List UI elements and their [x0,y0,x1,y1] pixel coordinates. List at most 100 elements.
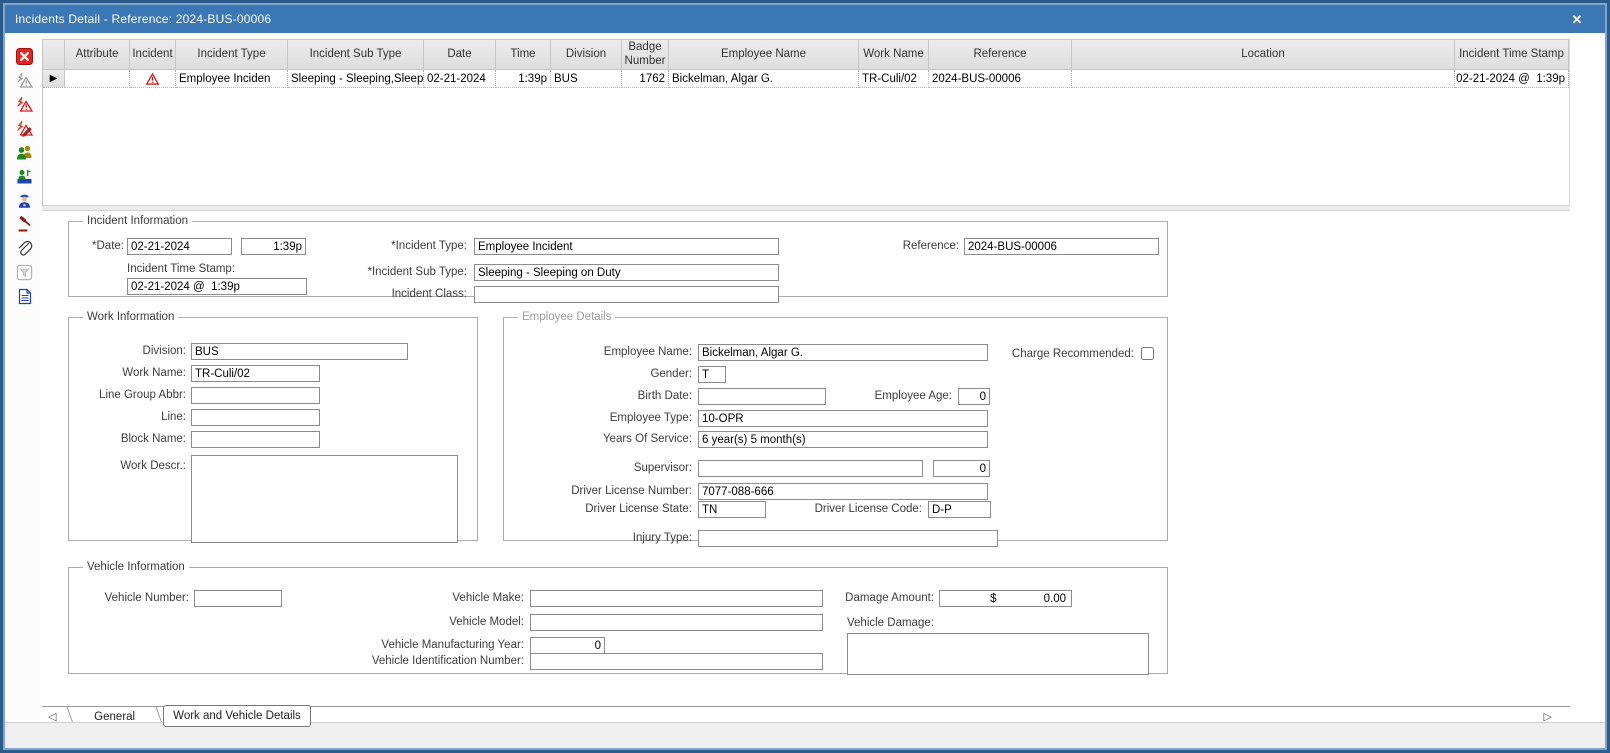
supervisor-field[interactable] [698,460,923,477]
incident-time-stamp-label: Incident Time Stamp: [127,263,236,275]
date-field[interactable] [127,238,232,255]
vehicle-identification-number-field[interactable] [530,653,823,670]
grid-header-employee-name[interactable]: Employee Name [669,40,859,70]
grid-header-reference[interactable]: Reference [929,40,1072,70]
close-icon[interactable]: ✕ [1567,10,1587,30]
years-of-service-field[interactable] [698,431,988,448]
incident-disabled-icon[interactable] [15,71,33,89]
supervisor-number-field[interactable] [933,460,990,477]
vehicle-manufacturing-year-label: Vehicle Manufacturing Year: [381,639,524,651]
grid-header-time[interactable]: Time [496,40,551,70]
vehicle-number-field[interactable] [194,590,282,607]
grid-header-work-name[interactable]: Work Name [859,40,929,70]
cell-division[interactable]: BUS [551,70,622,88]
row-selector-arrow-icon[interactable]: ▶ [43,70,65,88]
gender-label: Gender: [650,368,692,380]
incident-edit-icon[interactable] [15,119,33,137]
close-record-icon[interactable] [15,47,33,65]
incident-information-group: Incident Information *Date: Incident Tim… [68,215,1168,303]
tab-work-and-vehicle-details[interactable]: Work and Vehicle Details [163,705,311,727]
incidents-detail-window: Incidents Detail - Reference: 2024-BUS-0… [0,0,1610,753]
cell-badge-number[interactable]: 1762 [622,70,669,88]
incident-type-field[interactable] [474,238,779,255]
grid-header-incident[interactable]: Incident [130,40,176,70]
charge-recommended-label: Charge Recommended: [1011,348,1134,360]
cell-attribute[interactable] [65,70,130,88]
damage-amount-field[interactable]: $ 0.00 [939,590,1072,607]
incident-alert-icon[interactable] [15,95,33,113]
injury-type-field[interactable] [698,530,998,547]
driver-license-number-field[interactable] [698,483,988,500]
cell-incident-time-stamp[interactable]: 02-21-2024 @ 1:39p [1455,70,1569,88]
grid-header-incident-time-stamp[interactable]: Incident Time Stamp [1455,40,1569,70]
charge-recommended-checkbox[interactable] [1141,347,1154,360]
grid-header-badge-number[interactable]: Badge Number [622,40,669,70]
incident-sub-type-field[interactable] [474,264,779,281]
left-toolbar [8,39,40,720]
grid-header-incident-type[interactable]: Incident Type [176,40,288,70]
employee-age-field[interactable] [958,388,990,405]
detail-form: Incident Information *Date: Incident Tim… [42,211,1570,706]
employee-work-icon[interactable] [15,167,33,185]
vehicle-damage-label: Vehicle Damage: [847,617,934,629]
grid-header-date[interactable]: Date [424,40,496,70]
cell-employee-name[interactable]: Bickelman, Algar G. [669,70,859,88]
cell-location[interactable] [1072,70,1455,88]
grid-header-selector [43,40,65,70]
incident-class-field[interactable] [474,286,779,303]
vehicle-manufacturing-year-field[interactable] [530,637,605,654]
grid-header-location[interactable]: Location [1072,40,1455,70]
date-label: *Date: [92,240,124,252]
cell-work-name[interactable]: TR-Culi/02 [859,70,929,88]
incident-sub-type-label: *Incident Sub Type: [367,266,467,278]
driver-license-code-field[interactable] [928,501,991,518]
block-name-label: Block Name: [120,433,186,445]
employee-type-field[interactable] [698,410,988,427]
cell-incident-type[interactable]: Employee Inciden [176,70,288,88]
work-name-label: Work Name: [122,367,186,379]
incident-type-label: *Incident Type: [391,240,467,252]
attachment-icon[interactable] [15,239,33,257]
grid-header-incident-sub-type[interactable]: Incident Sub Type [288,40,424,70]
grid-header-attribute[interactable]: Attribute [65,40,130,70]
vehicle-model-field[interactable] [530,614,823,631]
reference-field[interactable] [964,238,1159,255]
cell-reference[interactable]: 2024-BUS-00006 [929,70,1072,88]
employee-name-label: Employee Name: [603,346,692,358]
employees-icon[interactable] [15,143,33,161]
birth-date-field[interactable] [698,388,826,405]
incident-information-legend: Incident Information [87,215,189,227]
work-name-field[interactable] [191,365,320,382]
cell-incident-sub-type[interactable]: Sleeping - Sleeping,Sleep [288,70,424,88]
vehicle-make-label: Vehicle Make: [452,592,524,604]
years-of-service-label: Years Of Service: [602,433,692,445]
employee-details-group: Employee Details Employee Name: Charge R… [503,311,1168,547]
damage-currency-symbol: $ [990,592,997,605]
work-information-group: Work Information Division: Work Name: Li… [68,311,478,543]
work-descr-field[interactable] [191,455,458,543]
warning-icon[interactable] [130,70,176,88]
division-field[interactable] [191,343,408,360]
officer-icon[interactable] [15,191,33,209]
line-field[interactable] [191,409,320,426]
cell-time[interactable]: 1:39p [496,70,551,88]
cell-date[interactable]: 02-21-2024 [424,70,496,88]
vehicle-damage-field[interactable] [847,633,1149,675]
injury-type-label: Injury Type: [632,532,692,544]
line-group-abbr-field[interactable] [191,387,320,404]
table-row[interactable]: ▶ Employee Inciden Sleeping - Sleeping,S… [43,70,1569,88]
employee-details-legend: Employee Details [522,311,612,323]
driver-license-code-label: Driver License Code: [814,503,922,515]
gender-field[interactable] [698,366,726,383]
gavel-icon[interactable] [15,215,33,233]
document-icon[interactable] [15,287,33,305]
title-bar: Incidents Detail - Reference: 2024-BUS-0… [5,5,1605,33]
driver-license-number-label: Driver License Number: [571,485,692,497]
filter-disabled-icon[interactable] [15,263,33,281]
block-name-field[interactable] [191,431,320,448]
grid-header-division[interactable]: Division [551,40,622,70]
time-field[interactable] [241,238,306,255]
incident-time-stamp-field[interactable] [127,278,307,295]
grid-header-row: Attribute Incident Incident Type Inciden… [43,40,1569,70]
employee-age-label: Employee Age: [874,390,952,402]
